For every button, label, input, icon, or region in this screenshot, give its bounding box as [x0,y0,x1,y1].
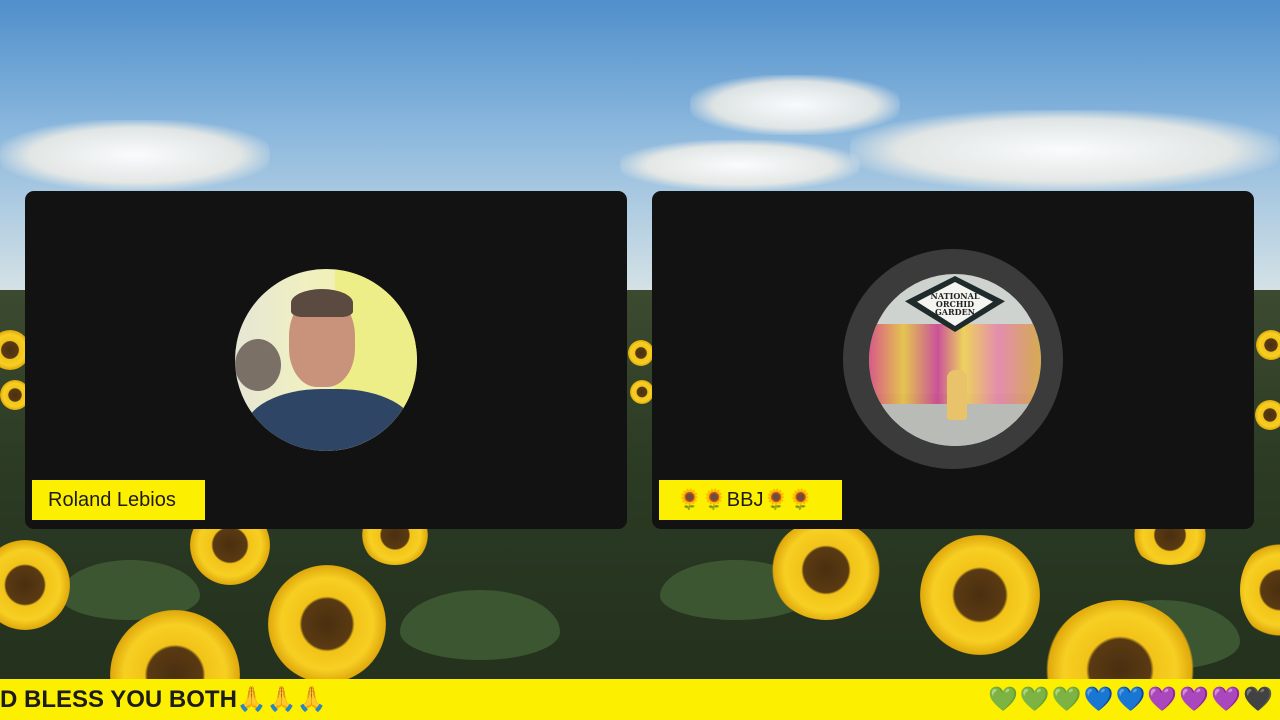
sunflower [630,380,654,404]
sunflower [1255,400,1280,430]
sunflower [920,535,1040,655]
heart-icons: 💚💚💚💙💙💜💜💜🖤 [988,685,1275,713]
ticker-text: D BLESS YOU BOTH🙏🙏🙏 [0,686,327,713]
sunflower [770,520,882,620]
avatar [235,269,417,451]
avatar-person [947,370,967,420]
sunflower [628,340,654,366]
cloud [0,120,270,190]
avatar: NATIONAL ORCHID GARDEN [869,274,1041,446]
sunflower [1256,330,1280,360]
participant-name-label: 🌻🌻BBJ🌻🌻 [659,480,842,520]
participant-tile-roland[interactable]: Roland Lebios [25,191,627,529]
sign-text: NATIONAL ORCHID GARDEN [930,291,980,317]
sunflower [268,565,386,683]
cloud [620,140,860,190]
avatar-hair [291,289,353,317]
stream-scene: Roland Lebios NATIONAL ORCHID GARDEN 🌻🌻B… [0,0,1280,720]
ticker-banner: D BLESS YOU BOTH🙏🙏🙏 💚💚💚💙💙💜💜💜🖤 [0,679,1280,720]
cloud [850,110,1280,190]
participant-tile-bbj[interactable]: NATIONAL ORCHID GARDEN 🌻🌻BBJ🌻🌻 [652,191,1254,529]
fan-icon [235,339,281,391]
participant-name-label: Roland Lebios [32,480,205,520]
